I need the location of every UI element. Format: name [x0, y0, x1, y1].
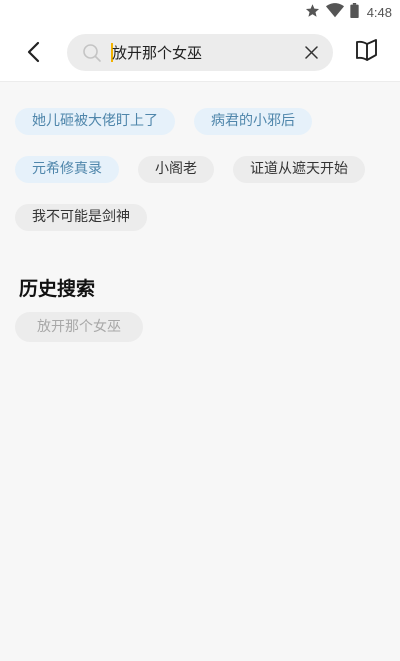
- history-item[interactable]: 放开那个女巫: [15, 312, 143, 342]
- back-button[interactable]: [18, 38, 50, 70]
- search-icon: [82, 43, 102, 63]
- battery-icon: [350, 3, 359, 22]
- bookshelf-button[interactable]: [354, 39, 380, 65]
- hot-tag[interactable]: 她儿砸被大佬盯上了: [15, 108, 175, 135]
- open-book-icon: [355, 39, 379, 65]
- search-input[interactable]: [112, 34, 292, 71]
- search-box[interactable]: [67, 34, 333, 71]
- search-header: [0, 24, 400, 82]
- status-bar: 4:48: [0, 0, 400, 24]
- clear-button[interactable]: [301, 43, 321, 63]
- hot-tag[interactable]: 证道从遮天开始: [233, 156, 365, 183]
- status-icons: 4:48: [305, 3, 392, 22]
- hot-tag[interactable]: 小阁老: [138, 156, 214, 183]
- hot-tag[interactable]: 病君的小邪后: [194, 108, 312, 135]
- chevron-left-icon: [26, 41, 42, 67]
- status-time: 4:48: [366, 5, 392, 20]
- close-icon: [304, 44, 318, 63]
- hot-tag[interactable]: 元希修真录: [15, 156, 119, 183]
- star-icon: [305, 3, 320, 22]
- history-title: 历史搜索: [19, 278, 96, 300]
- wifi-icon: [325, 3, 344, 22]
- hot-tag[interactable]: 我不可能是剑神: [15, 204, 147, 231]
